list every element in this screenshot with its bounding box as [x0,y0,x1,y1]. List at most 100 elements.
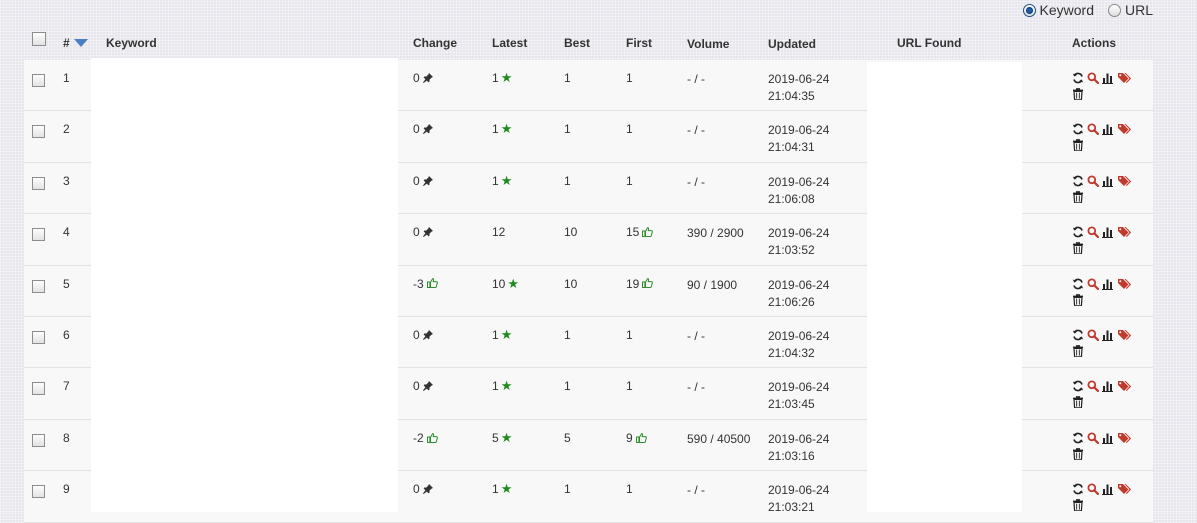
latest-cell: 1 ★ [492,327,512,344]
latest-value: 5 [492,430,499,445]
search-icon[interactable] [1087,175,1099,187]
row-checkbox[interactable] [32,176,45,193]
header-volume[interactable]: Volume [687,36,757,53]
header-keyword[interactable]: Keyword [106,36,157,50]
refresh-icon[interactable] [1072,278,1084,290]
first-cell: 1 [626,122,633,136]
refresh-icon[interactable] [1072,72,1084,84]
trash-icon[interactable] [1072,242,1084,255]
tags-icon[interactable] [1117,226,1132,238]
row-checkbox[interactable] [32,74,45,90]
header-best[interactable]: Best [564,36,590,50]
trash-icon[interactable] [1072,499,1084,512]
header-updated[interactable]: Updated [768,36,816,53]
row-checkbox[interactable] [32,433,45,450]
tags-icon[interactable] [1117,432,1132,444]
updated-date: 2019-06-24 [768,123,830,138]
tags-icon[interactable] [1117,380,1132,392]
best-value: 1 [564,122,571,137]
bar-chart-icon[interactable] [1102,380,1114,393]
star-icon: ★ [500,121,513,137]
row-checkbox[interactable] [32,125,45,141]
tags-icon[interactable] [1117,278,1132,290]
url-radio[interactable] [1107,3,1121,17]
row-checkbox[interactable] [32,330,45,347]
search-icon[interactable] [1087,329,1099,341]
latest-cell: 5 ★ [492,430,512,447]
latest-value: 1 [492,122,499,137]
first-value: 1 [626,379,633,394]
keyword-radio[interactable] [1022,3,1036,17]
change-value: 0 [413,71,420,85]
bar-chart-icon[interactable] [1102,483,1114,496]
latest-cell: 1 ★ [492,173,512,190]
trash-icon[interactable] [1072,88,1084,100]
search-icon[interactable] [1087,483,1099,496]
change-cell: 0 [413,328,433,342]
header-first[interactable]: First [626,36,652,50]
bar-chart-icon[interactable] [1102,329,1114,341]
refresh-icon[interactable] [1072,432,1084,444]
keyword-radio-group[interactable]: Keyword [1022,2,1094,18]
bar-chart-icon[interactable] [1102,278,1114,290]
search-icon[interactable] [1087,380,1099,393]
refresh-icon[interactable] [1072,380,1084,392]
tags-icon[interactable] [1117,329,1132,341]
change-value: 0 [413,327,420,342]
header-change[interactable]: Change [413,36,457,50]
refresh-icon[interactable] [1072,329,1084,341]
search-icon[interactable] [1087,278,1099,290]
bar-chart-icon[interactable] [1102,226,1114,239]
bar-chart-icon[interactable] [1102,72,1114,84]
tags-icon[interactable] [1117,72,1132,84]
refresh-icon[interactable] [1072,123,1084,135]
header-url-found[interactable]: URL Found [897,36,961,50]
search-icon[interactable] [1087,123,1099,136]
bar-chart-icon[interactable] [1102,123,1114,136]
refresh-icon[interactable] [1072,226,1084,238]
star-icon: ★ [500,378,513,394]
updated-time: 21:04:35 [768,89,815,103]
pin-icon [420,379,433,393]
bar-chart-icon[interactable] [1102,432,1114,444]
sort-desc-icon[interactable] [73,38,88,47]
refresh-icon[interactable] [1072,483,1084,495]
change-cell: 0 [413,482,433,496]
trash-icon[interactable] [1072,139,1084,152]
updated-value: 2019-06-24 21:06:26 [768,277,829,311]
volume-value: - / - [687,328,705,343]
change-value: 0 [413,122,420,137]
best-value: 1 [564,379,571,394]
row-checkbox[interactable] [32,485,45,501]
trash-icon[interactable] [1072,447,1084,460]
best-value: 10 [564,276,578,291]
trash-icon[interactable] [1072,293,1084,306]
updated-value: 2019-06-24 21:04:31 [768,122,829,156]
trash-icon[interactable] [1072,190,1084,203]
header-latest[interactable]: Latest [492,36,527,50]
url-radio-group[interactable]: URL [1107,2,1153,18]
row-checkbox[interactable] [32,382,45,398]
search-icon[interactable] [1087,72,1099,84]
updated-time: 21:04:32 [768,345,815,360]
row-actions [1072,174,1142,204]
row-checkbox[interactable] [32,228,45,244]
change-value: 0 [413,225,420,240]
header-num[interactable]: # [63,36,88,50]
updated-time: 21:03:21 [768,500,815,515]
select-all-checkbox[interactable] [32,32,46,49]
search-icon[interactable] [1087,226,1099,239]
updated-time: 21:04:31 [768,140,815,155]
first-cell: 1 [626,482,633,496]
trash-icon[interactable] [1072,396,1084,409]
latest-cell: 1 ★ [492,70,512,87]
best-value: 1 [564,482,571,497]
refresh-icon[interactable] [1072,175,1084,187]
bar-chart-icon[interactable] [1102,175,1114,187]
tags-icon[interactable] [1117,123,1132,135]
tags-icon[interactable] [1117,483,1132,495]
tags-icon[interactable] [1117,175,1132,187]
search-icon[interactable] [1087,432,1099,444]
row-checkbox[interactable] [32,279,45,296]
trash-icon[interactable] [1072,345,1084,357]
